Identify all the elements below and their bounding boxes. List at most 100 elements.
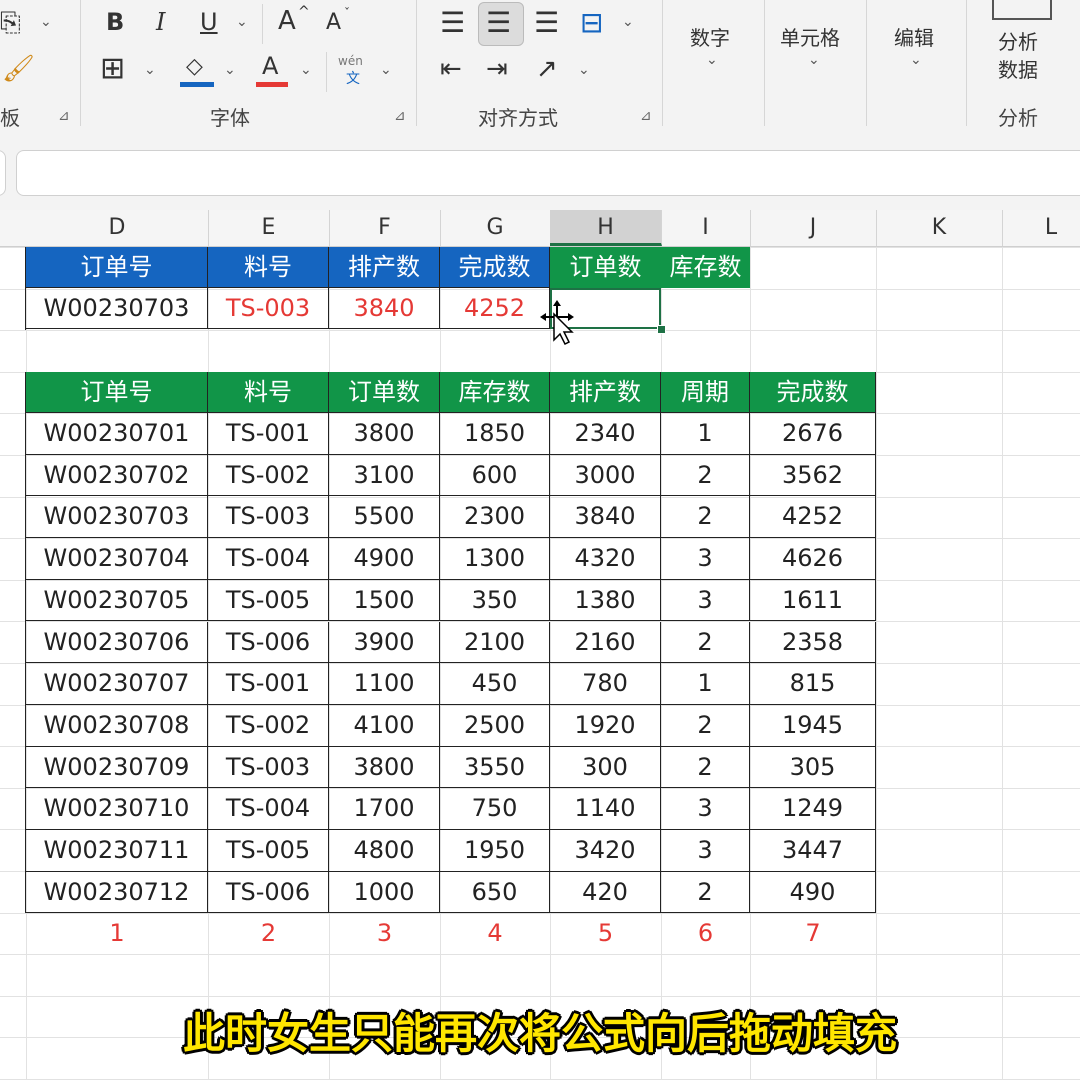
table-cell[interactable]: W00230707 xyxy=(26,663,208,705)
table-cell[interactable]: 650 xyxy=(440,871,550,914)
table-cell[interactable]: 305 xyxy=(750,746,876,789)
column-header-e[interactable]: E xyxy=(208,210,330,246)
column-header-j[interactable]: J xyxy=(750,210,877,246)
table-cell[interactable]: 3 xyxy=(661,830,750,872)
analyze-data-label-1[interactable]: 分析 xyxy=(998,26,1038,55)
lookup-value-cell[interactable]: 4252 xyxy=(440,288,550,329)
data-header-cell[interactable]: 周期 xyxy=(661,372,750,413)
table-cell[interactable]: 600 xyxy=(440,454,550,497)
analyze-data-icon[interactable] xyxy=(992,0,1052,20)
table-cell[interactable]: 1945 xyxy=(750,704,876,747)
paste-dropdown-icon[interactable]: ⌄ xyxy=(40,14,52,30)
table-cell[interactable]: 2 xyxy=(661,704,750,747)
fill-handle[interactable] xyxy=(657,325,666,334)
table-cell[interactable]: W00230708 xyxy=(26,704,208,747)
phonetic-guide-icon[interactable]: 文 xyxy=(346,68,360,88)
table-cell[interactable]: 3100 xyxy=(329,454,440,497)
fill-color-dropdown-icon[interactable]: ⌄ xyxy=(224,62,236,78)
align-center-icon[interactable]: ☰ xyxy=(486,6,511,39)
table-cell[interactable]: 2676 xyxy=(750,413,876,455)
table-cell[interactable]: 3550 xyxy=(440,746,550,789)
lookup-header-cell[interactable]: 完成数 xyxy=(440,247,550,288)
column-index-number[interactable]: 3 xyxy=(329,913,440,954)
cells-button[interactable]: 单元格 xyxy=(780,22,840,51)
font-launcher-icon[interactable]: ⊿ xyxy=(394,108,406,124)
table-cell[interactable]: W00230704 xyxy=(26,538,208,580)
table-cell[interactable]: 1249 xyxy=(750,788,876,830)
decrease-font-button[interactable]: A xyxy=(326,10,341,35)
table-cell[interactable]: 750 xyxy=(440,788,550,830)
table-cell[interactable]: 490 xyxy=(750,871,876,914)
table-cell[interactable]: 3420 xyxy=(550,830,661,872)
table-cell[interactable]: 1700 xyxy=(329,788,440,830)
alignment-launcher-icon[interactable]: ⊿ xyxy=(640,108,652,124)
table-cell[interactable]: W00230712 xyxy=(26,871,208,914)
table-cell[interactable]: 4252 xyxy=(750,496,876,539)
table-cell[interactable]: 3800 xyxy=(329,413,440,455)
table-cell[interactable]: 3 xyxy=(661,538,750,580)
table-cell[interactable]: 1140 xyxy=(550,788,661,830)
lookup-header-cell[interactable]: 订单号 xyxy=(26,247,208,288)
number-dropdown-icon[interactable]: ⌄ xyxy=(706,52,718,68)
table-cell[interactable]: 4626 xyxy=(750,538,876,580)
column-header-h[interactable]: H xyxy=(550,210,662,246)
table-cell[interactable]: 1 xyxy=(661,413,750,455)
bold-button[interactable]: B xyxy=(106,8,124,36)
table-cell[interactable]: 1611 xyxy=(750,579,876,622)
table-cell[interactable]: 3000 xyxy=(550,454,661,497)
cells-dropdown-icon[interactable]: ⌄ xyxy=(808,52,820,68)
table-cell[interactable]: 350 xyxy=(440,579,550,622)
merge-center-icon[interactable]: ⊟ xyxy=(580,6,603,39)
table-cell[interactable]: 1850 xyxy=(440,413,550,455)
table-cell[interactable]: 3900 xyxy=(329,621,440,664)
decrease-indent-icon[interactable]: ⇤ xyxy=(440,54,462,84)
underline-button[interactable]: U xyxy=(200,8,218,36)
column-index-number[interactable]: 4 xyxy=(440,913,550,954)
table-cell[interactable]: 3 xyxy=(661,788,750,830)
clipboard-launcher-icon[interactable]: ⊿ xyxy=(58,108,70,124)
column-index-number[interactable]: 1 xyxy=(26,913,208,954)
data-header-cell[interactable]: 排产数 xyxy=(550,372,661,413)
column-index-number[interactable]: 5 xyxy=(550,913,661,954)
orientation-icon[interactable]: ↗ xyxy=(536,54,558,84)
table-cell[interactable]: TS-005 xyxy=(208,579,329,622)
table-cell[interactable]: W00230706 xyxy=(26,621,208,664)
table-cell[interactable]: TS-002 xyxy=(208,704,329,747)
align-right-icon[interactable]: ☰ xyxy=(534,6,559,39)
lookup-value-cell[interactable]: TS-003 xyxy=(208,288,329,329)
table-cell[interactable]: TS-004 xyxy=(208,788,329,830)
table-cell[interactable]: 3447 xyxy=(750,830,876,872)
underline-dropdown-icon[interactable]: ⌄ xyxy=(236,14,248,30)
increase-font-button[interactable]: A xyxy=(278,6,296,36)
column-header-l[interactable]: L xyxy=(1002,210,1080,246)
column-header-k[interactable]: K xyxy=(876,210,1003,246)
borders-dropdown-icon[interactable]: ⌄ xyxy=(144,62,156,78)
lookup-header-cell[interactable]: 库存数 xyxy=(661,247,750,288)
table-cell[interactable]: W00230703 xyxy=(26,496,208,539)
table-cell[interactable]: 815 xyxy=(750,663,876,705)
borders-icon[interactable]: ⊞ xyxy=(100,54,125,84)
table-cell[interactable]: 3800 xyxy=(329,746,440,789)
formula-input[interactable] xyxy=(16,150,1080,196)
table-cell[interactable]: 4900 xyxy=(329,538,440,580)
editing-button[interactable]: 编辑 xyxy=(894,22,934,51)
table-cell[interactable]: 4800 xyxy=(329,830,440,872)
table-cell[interactable]: 1950 xyxy=(440,830,550,872)
number-button[interactable]: 数字 xyxy=(690,22,730,51)
table-cell[interactable]: TS-001 xyxy=(208,663,329,705)
merge-dropdown-icon[interactable]: ⌄ xyxy=(622,14,634,30)
phonetic-dropdown-icon[interactable]: ⌄ xyxy=(380,62,392,78)
table-cell[interactable]: TS-003 xyxy=(208,746,329,789)
table-cell[interactable]: TS-003 xyxy=(208,496,329,539)
lookup-value-cell[interactable]: 3840 xyxy=(329,288,440,329)
lookup-header-cell[interactable]: 订单数 xyxy=(550,247,661,288)
table-cell[interactable]: TS-004 xyxy=(208,538,329,580)
data-header-cell[interactable]: 订单号 xyxy=(26,372,208,413)
lookup-header-cell[interactable]: 料号 xyxy=(208,247,329,288)
table-cell[interactable]: 1100 xyxy=(329,663,440,705)
column-header-d[interactable]: D xyxy=(26,210,209,246)
table-cell[interactable]: 2358 xyxy=(750,621,876,664)
column-header-f[interactable]: F xyxy=(329,210,441,246)
format-painter-icon[interactable]: 🖌 xyxy=(2,54,35,84)
table-cell[interactable]: 1000 xyxy=(329,871,440,914)
